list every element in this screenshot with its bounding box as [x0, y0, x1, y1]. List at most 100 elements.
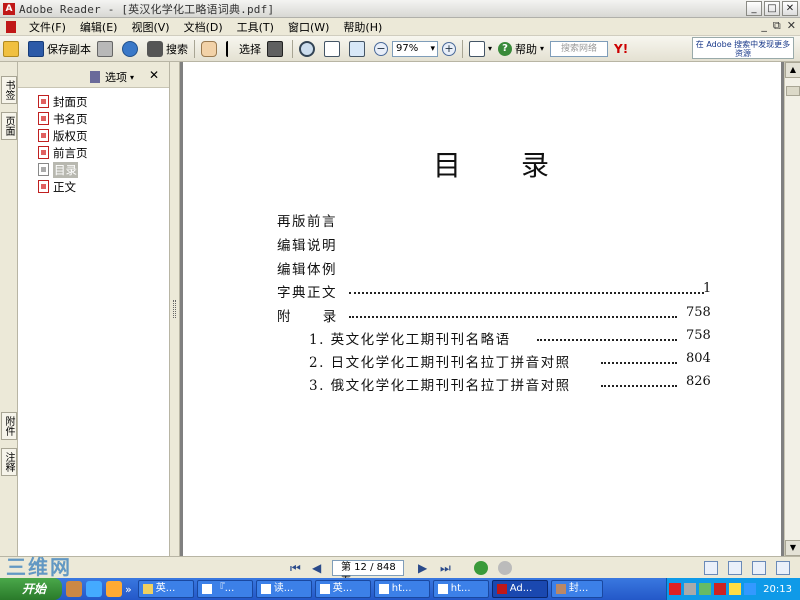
close-window-button[interactable]: ✕: [782, 1, 798, 16]
next-page-button[interactable]: ▶: [418, 561, 427, 575]
taskbar-item[interactable]: 英...: [314, 580, 371, 598]
panel-splitter[interactable]: [170, 62, 180, 556]
browser-icon: [201, 584, 212, 594]
fit-width-button[interactable]: [346, 38, 371, 60]
menu-view[interactable]: 视图(V): [124, 19, 176, 35]
bookmark-item[interactable]: 正文: [18, 178, 169, 195]
search-button[interactable]: 搜索: [144, 38, 191, 60]
vertical-scrollbar[interactable]: ▲ ▼: [784, 62, 800, 556]
tab-comments[interactable]: 注释: [1, 448, 17, 476]
taskbar-item[interactable]: 『...: [196, 580, 253, 598]
taskbar-item[interactable]: ht...: [432, 580, 489, 598]
pdf-page-icon: [38, 146, 49, 159]
fit-page-button[interactable]: [321, 38, 346, 60]
magnifier-icon: [299, 40, 315, 57]
menu-help[interactable]: 帮助(H): [336, 19, 389, 35]
tray-icon[interactable]: [729, 583, 742, 595]
zoom-level-select[interactable]: 97%: [392, 40, 438, 57]
start-button[interactable]: 开始: [0, 578, 62, 600]
open-button[interactable]: [0, 38, 25, 60]
menu-tools[interactable]: 工具(T): [230, 19, 281, 35]
last-page-button[interactable]: ⏭: [440, 561, 451, 576]
help-button[interactable]: ? 帮助 ▾: [495, 38, 547, 60]
minimize-button[interactable]: _: [746, 1, 762, 16]
scroll-thumb[interactable]: [786, 86, 800, 96]
taskbar-item[interactable]: ht...: [373, 580, 430, 598]
menu-file[interactable]: 文件(F): [22, 19, 73, 35]
tray-icon[interactable]: [684, 583, 697, 595]
quicklaunch-icon[interactable]: [66, 581, 82, 597]
go-back-button[interactable]: [474, 561, 488, 575]
taskbar-item[interactable]: 封...: [550, 580, 603, 598]
taskbar-item[interactable]: 读...: [255, 580, 312, 598]
yahoo-icon[interactable]: Y!: [614, 42, 628, 56]
zoom-tool-button[interactable]: [296, 38, 321, 60]
close-panel-button[interactable]: ✕: [149, 68, 159, 82]
quicklaunch-icon[interactable]: [106, 581, 122, 597]
tab-attachments[interactable]: 附件: [1, 412, 17, 440]
bookmark-item[interactable]: 封面页: [18, 93, 169, 110]
taskbar-item-active[interactable]: Ad...: [491, 580, 548, 598]
toc-leader-dots: [349, 292, 704, 294]
bookmark-item[interactable]: 版权页: [18, 127, 169, 144]
single-page-view-icon[interactable]: [704, 561, 718, 575]
pdf-page: 目录 再版前言 编辑说明 编辑体例 字典正文 1 附 录 758 1. 英文化学…: [183, 62, 781, 556]
taskbar-item[interactable]: 英...: [137, 580, 194, 598]
search-web-input[interactable]: 搜索网络: [550, 40, 609, 57]
ie-icon[interactable]: [86, 581, 102, 597]
toc-page-number: 804: [686, 351, 711, 366]
bookmark-item-selected[interactable]: 目录: [18, 161, 169, 178]
document-view: 目录 再版前言 编辑说明 编辑体例 字典正文 1 附 录 758 1. 英文化学…: [180, 62, 784, 556]
splitter-grip[interactable]: [173, 300, 176, 318]
adobe-promo-banner[interactable]: 在 Adobe 搜索中发现更多资源: [692, 37, 794, 59]
tray-icon[interactable]: [669, 583, 682, 595]
scroll-up-button[interactable]: ▲: [785, 62, 800, 78]
email-icon: [122, 40, 138, 57]
clock[interactable]: 20:13: [763, 584, 792, 595]
continuous-facing-view-icon[interactable]: [776, 561, 790, 575]
fit-page-icon: [324, 40, 340, 57]
page-layout-button[interactable]: ▾: [466, 38, 495, 60]
tab-bookmarks[interactable]: 书签: [1, 76, 17, 104]
continuous-view-icon[interactable]: [728, 561, 742, 575]
pdf-page-icon: [38, 180, 49, 193]
toolbar-separator: [194, 39, 195, 58]
title-bar: A Adobe Reader - [英汉化学化工略语词典.pdf] _ □ ✕: [0, 0, 800, 18]
hand-icon: [201, 40, 217, 57]
watermark-logo: 三维网: [6, 555, 72, 579]
browser-icon: [378, 584, 389, 594]
print-button[interactable]: [94, 38, 119, 60]
menu-document[interactable]: 文档(D): [177, 19, 230, 35]
bookmark-item[interactable]: 书名页: [18, 110, 169, 127]
select-tool-button[interactable]: 选择: [223, 38, 264, 60]
bookmark-label: 版权页: [53, 128, 88, 143]
tray-icon[interactable]: [744, 583, 757, 595]
toc-subentry: 3. 俄文化学化工期刊刊名拉丁拼音对照: [309, 378, 571, 394]
page-number-field[interactable]: 第 12 / 848 页: [332, 560, 404, 587]
hand-tool-button[interactable]: [198, 38, 223, 60]
chevron-icon[interactable]: »: [125, 583, 132, 596]
browser-icon: [437, 584, 448, 594]
zoom-controls: − 97% +: [371, 38, 459, 60]
menu-edit[interactable]: 编辑(E): [73, 19, 125, 35]
maximize-button[interactable]: □: [764, 1, 780, 16]
scroll-down-button[interactable]: ▼: [785, 540, 800, 556]
facing-view-icon[interactable]: [752, 561, 766, 575]
doc-close-button[interactable]: ✕: [787, 19, 796, 33]
tab-pages[interactable]: 页面: [1, 112, 17, 140]
email-button[interactable]: [119, 38, 144, 60]
bookmark-item[interactable]: 前言页: [18, 144, 169, 161]
save-copy-button[interactable]: 保存副本: [25, 38, 94, 60]
tray-icon[interactable]: [714, 583, 727, 595]
doc-restore-button[interactable]: ⧉: [773, 19, 781, 33]
snapshot-button[interactable]: [264, 38, 289, 60]
zoom-out-button[interactable]: −: [374, 41, 388, 56]
tray-icon[interactable]: [699, 583, 712, 595]
first-page-button[interactable]: ⏮: [290, 561, 301, 576]
previous-page-button[interactable]: ◀: [312, 561, 321, 575]
go-forward-button[interactable]: [498, 561, 512, 575]
menu-window[interactable]: 窗口(W): [281, 19, 336, 35]
zoom-in-button[interactable]: +: [442, 41, 456, 56]
doc-minimize-button[interactable]: _: [761, 19, 767, 33]
options-menu-button[interactable]: 选项 ▾: [90, 69, 134, 85]
